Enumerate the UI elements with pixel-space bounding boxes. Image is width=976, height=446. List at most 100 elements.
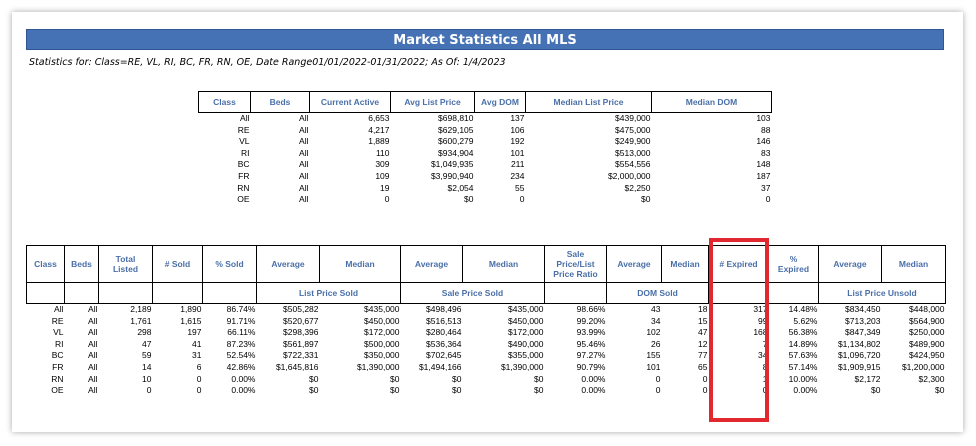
detail-row-cell: 43 — [651, 304, 661, 314]
detail-row-cell: 0.00% — [581, 373, 606, 384]
group-blank — [98, 282, 153, 304]
summary-header: Avg List Price — [390, 91, 475, 113]
summary-row-cell: 137 — [510, 113, 525, 123]
detail-row-cell: $489,900 — [909, 338, 945, 349]
detail-row-cell: $561,897 — [283, 338, 319, 349]
detail-row-cell: All — [88, 373, 98, 384]
detail-row-cell: 26 — [651, 338, 661, 349]
detail-row-cell: 2,189 — [130, 304, 152, 314]
detail-row-cell: 31 — [192, 350, 202, 361]
detail-row-cell: 34 — [651, 315, 661, 326]
summary-row-cell: 0 — [519, 194, 525, 205]
summary-row-cell: All — [299, 194, 309, 205]
detail-row-cell: $1,390,000 — [356, 361, 400, 372]
detail-row-cell: All — [54, 304, 64, 314]
summary-row-cell: 4,217 — [368, 124, 390, 135]
summary-row-cell: 37 — [761, 182, 771, 193]
detail-row-cell: 97.27% — [576, 350, 606, 361]
detail-row-cell: 87.23% — [226, 338, 256, 349]
detail-row-cell: 34 — [758, 350, 768, 361]
detail-row-cell: $0 — [452, 385, 462, 396]
detail-row-cell: $2,300 — [918, 373, 945, 384]
detail-row-cell: 1,615 — [180, 315, 202, 326]
detail-row: All All 2,189 1,890 86.74% $505,282 $435,000 $4… — [27, 304, 946, 316]
detail-row-cell: $0 — [309, 385, 319, 396]
summary-row-cell: RI — [241, 147, 250, 158]
detail-row-cell: $450,000 — [508, 315, 544, 326]
detail-row-cell: $1,096,720 — [837, 350, 881, 361]
detail-row-cell: RN — [51, 373, 64, 384]
summary-row-cell: 0 — [384, 194, 390, 205]
summary-row: All All 6,653 $698,810 137 $439,000 103 — [199, 113, 772, 125]
detail-row-cell: 5.62% — [793, 315, 818, 326]
detail-row-cell: $280,464 — [426, 327, 462, 338]
summary-header-row: Class Beds Current Active Avg List Price… — [198, 91, 772, 113]
detail-row: BC All 59 31 52.54% $722,331 $350,000 $702,645 $… — [27, 350, 946, 362]
summary-row-cell: 88 — [761, 124, 771, 135]
detail-row-cell: RI — [55, 338, 64, 349]
group-blank — [768, 282, 819, 304]
detail-row-cell: 77 — [698, 350, 708, 361]
detail-row-cell: 59 — [142, 350, 152, 361]
detail-row-cell: 155 — [646, 350, 661, 361]
detail-row-cell: $505,282 — [283, 304, 319, 314]
summary-row-cell: All — [299, 159, 309, 170]
detail-row-cell: 56.38% — [788, 327, 818, 338]
summary-row-cell: FR — [238, 170, 250, 181]
summary-row-cell: $2,250 — [624, 182, 651, 193]
detail-row: OE All 0 0 0.00% $0 $0 $0 $0 0.00% 0 0 0 0.00% $0 $0 — [27, 385, 946, 397]
detail-row-cell: 52.54% — [226, 350, 256, 361]
summary-header: Median DOM — [651, 91, 772, 113]
detail-row-cell: 10.00% — [788, 373, 818, 384]
detail-row-cell: All — [88, 304, 98, 314]
group-blank — [202, 282, 257, 304]
detail-row-cell: $1,909,915 — [837, 361, 881, 372]
detail-row-cell: $1,494,166 — [418, 361, 462, 372]
detail-row-cell: $847,349 — [845, 327, 881, 338]
detail-row-cell: $355,000 — [508, 350, 544, 361]
summary-header: Median List Price — [525, 91, 652, 113]
summary-row-cell: 192 — [510, 136, 525, 147]
detail-row-cell: 0 — [196, 373, 202, 384]
detail-row-cell: 7 — [762, 338, 768, 349]
report-title: Market Statistics All MLS — [26, 29, 944, 50]
detail-row-cell: 98.66% — [576, 304, 606, 314]
detail-row-cell: $0 — [452, 373, 462, 384]
summary-row-cell: $698,810 — [438, 113, 474, 123]
detail-row-cell: $172,000 — [508, 327, 544, 338]
detail-header: Total Listed — [98, 245, 153, 283]
detail-header: # Sold — [152, 245, 203, 283]
detail-row-cell: BC — [51, 350, 64, 361]
detail-row-cell: $0 — [390, 373, 400, 384]
detail-row-cell: 14.89% — [788, 338, 818, 349]
detail-row-cell: 0.00% — [231, 373, 256, 384]
summary-row-cell: 106 — [510, 124, 525, 135]
detail-row-cell: All — [88, 361, 98, 372]
summary-row-cell: $475,000 — [615, 124, 651, 135]
summary-row-cell: 146 — [756, 136, 771, 147]
detail-header: % Sold — [202, 245, 257, 283]
detail-row-cell: 8 — [762, 361, 768, 372]
detail-row-cell: $424,950 — [909, 350, 945, 361]
detail-header: Median — [661, 245, 709, 283]
detail-header: Class — [26, 245, 65, 283]
summary-row: FR All 109 $3,990,940 234 $2,000,000 187 — [199, 171, 772, 183]
detail-header: Average — [818, 245, 882, 283]
detail-row-cell: $1,134,802 — [837, 338, 881, 349]
detail-row-cell: $0 — [935, 385, 945, 396]
summary-row-cell: VL — [239, 136, 250, 147]
summary-row-cell: 55 — [515, 182, 525, 193]
detail-row-cell: 298 — [137, 327, 152, 338]
detail-row-cell: 0.00% — [793, 385, 818, 396]
detail-group-row: List Price Sold Sale Price Sold DOM Sold… — [26, 282, 946, 304]
detail-row-cell: $172,000 — [364, 327, 400, 338]
detail-row: RI All 47 41 87.23% $561,897 $500,000 $536,364 $… — [27, 339, 946, 351]
detail-row-cell: $448,000 — [909, 304, 945, 314]
detail-row-cell: $500,000 — [364, 338, 400, 349]
detail-row-cell: 12 — [698, 338, 708, 349]
detail-row-cell: 14.48% — [788, 304, 818, 314]
detail-row-cell: $0 — [390, 385, 400, 396]
summary-header: Class — [198, 91, 251, 113]
detail-row-cell: $713,203 — [845, 315, 881, 326]
summary-row-cell: 187 — [756, 170, 771, 181]
